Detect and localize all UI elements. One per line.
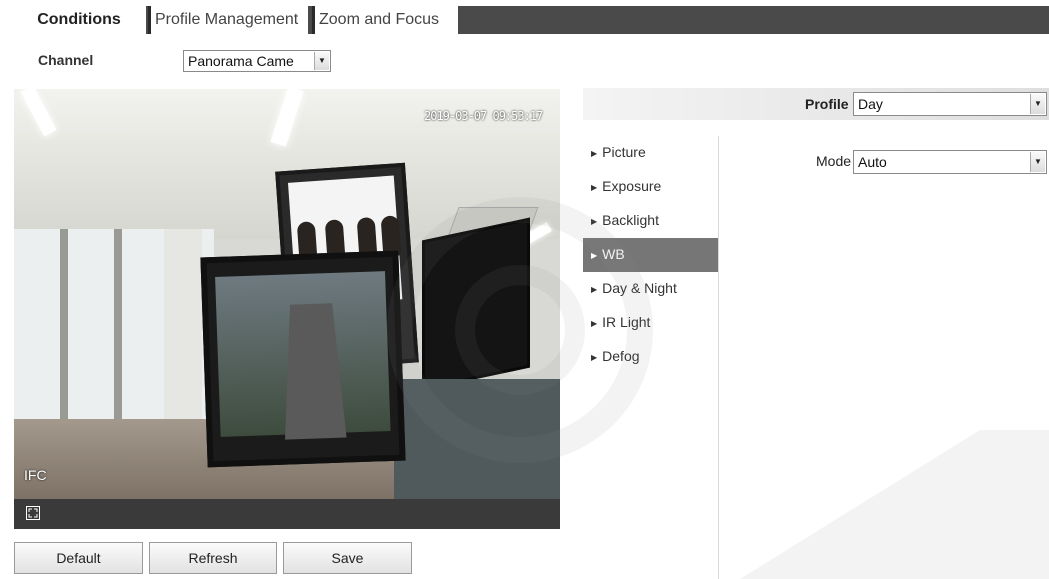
video-preview[interactable]: 2019-03-07 09:53:17 IFC	[14, 89, 560, 499]
profile-select-value: Day	[858, 96, 883, 112]
mode-label: Mode	[816, 153, 852, 169]
tab-conditions[interactable]: Conditions	[14, 6, 144, 34]
video-overlay-text: IFC	[24, 467, 47, 483]
tab-bar: Conditions Profile Management Zoom and F…	[0, 0, 1049, 34]
profile-label: Profile	[805, 96, 849, 112]
mode-select[interactable]: Auto ▼	[853, 150, 1047, 174]
settings-menu: ▶ Picture ▶ Exposure ▶ Backlight ▶ WB ▶ Day &…	[583, 136, 718, 374]
caret-right-icon: ▶	[591, 319, 598, 328]
video-toolbar	[14, 499, 560, 529]
menu-item-ir-light[interactable]: ▶ IR Light	[583, 306, 718, 340]
menu-item-exposure[interactable]: ▶ Exposure	[583, 170, 718, 204]
menu-divider	[718, 136, 719, 579]
tab-zoom-and-focus[interactable]: Zoom and Focus	[312, 6, 458, 34]
caret-right-icon: ▶	[591, 183, 598, 192]
tab-profile-management[interactable]: Profile Management	[148, 6, 308, 34]
refresh-button[interactable]: Refresh	[149, 542, 277, 574]
chevron-down-icon[interactable]: ▼	[314, 52, 329, 70]
mode-select-value: Auto	[858, 154, 887, 170]
menu-item-day-night[interactable]: ▶ Day & Night	[583, 272, 718, 306]
caret-right-icon: ▶	[591, 217, 598, 226]
profile-select[interactable]: Day ▼	[853, 92, 1047, 116]
default-button[interactable]: Default	[14, 542, 143, 574]
channel-select-value: Panorama Came	[188, 53, 294, 69]
menu-item-wb[interactable]: ▶ WB	[583, 238, 718, 272]
menu-item-defog[interactable]: ▶ Defog	[583, 340, 718, 374]
fullscreen-icon[interactable]	[26, 506, 40, 520]
caret-right-icon: ▶	[591, 353, 598, 362]
save-button[interactable]: Save	[283, 542, 412, 574]
caret-right-icon: ▶	[591, 251, 598, 260]
caret-right-icon: ▶	[591, 285, 598, 294]
video-timestamp: 2019-03-07 09:53:17	[424, 109, 543, 123]
menu-item-backlight[interactable]: ▶ Backlight	[583, 204, 718, 238]
channel-label: Channel	[38, 52, 94, 68]
channel-select[interactable]: Panorama Came ▼	[183, 50, 331, 72]
caret-right-icon: ▶	[591, 149, 598, 158]
menu-item-picture[interactable]: ▶ Picture	[583, 136, 718, 170]
chevron-down-icon[interactable]: ▼	[1030, 94, 1045, 114]
chevron-down-icon[interactable]: ▼	[1030, 152, 1045, 172]
